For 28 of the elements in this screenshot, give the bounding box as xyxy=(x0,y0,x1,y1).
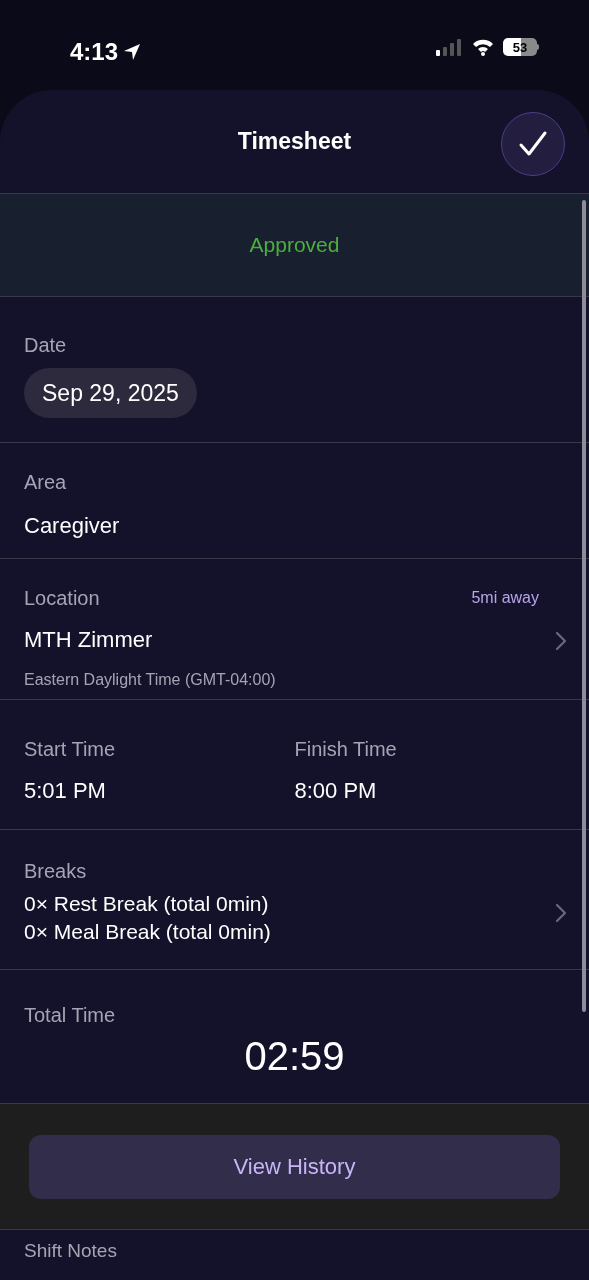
status-label: Approved xyxy=(249,232,340,259)
wifi-icon xyxy=(471,38,495,56)
distance-text: 5mi away xyxy=(471,588,539,608)
clock-time: 4:13 xyxy=(70,37,119,67)
field-label: Finish Time xyxy=(294,737,398,762)
time-value[interactable]: 5:01 PM xyxy=(24,774,295,807)
field-label: Start Time xyxy=(24,737,117,762)
break-summary: 0× Meal Break (total 0min) xyxy=(24,919,272,945)
signal-icon xyxy=(435,38,463,56)
chevron-right-icon xyxy=(555,902,567,923)
field-label: Total Time xyxy=(24,1003,117,1028)
view-history-button[interactable]: View History xyxy=(29,1134,560,1199)
location-arrow-icon xyxy=(122,42,143,62)
field-label: Breaks xyxy=(24,859,88,884)
date-chip[interactable]: Sep 29, 2025 xyxy=(24,368,197,418)
field-label: Date xyxy=(24,333,67,358)
section-label: Shift Notes xyxy=(24,1240,117,1261)
timezone-text: Eastern Daylight Time (GMT-04:00) xyxy=(24,670,277,690)
screen-title: Timesheet xyxy=(237,127,352,157)
total-time-value: 02:59 xyxy=(244,1033,345,1080)
field-label: Location xyxy=(24,586,100,611)
time-value[interactable]: 8:00 PM xyxy=(294,774,565,807)
field-label: Area xyxy=(24,470,68,495)
field-value: Caregiver xyxy=(24,512,121,540)
break-summary: 0× Rest Break (total 0min) xyxy=(24,891,270,917)
field-value: MTH Zimmer xyxy=(24,626,154,654)
chevron-right-icon xyxy=(555,631,567,651)
battery-percentage: 53 xyxy=(512,40,528,54)
